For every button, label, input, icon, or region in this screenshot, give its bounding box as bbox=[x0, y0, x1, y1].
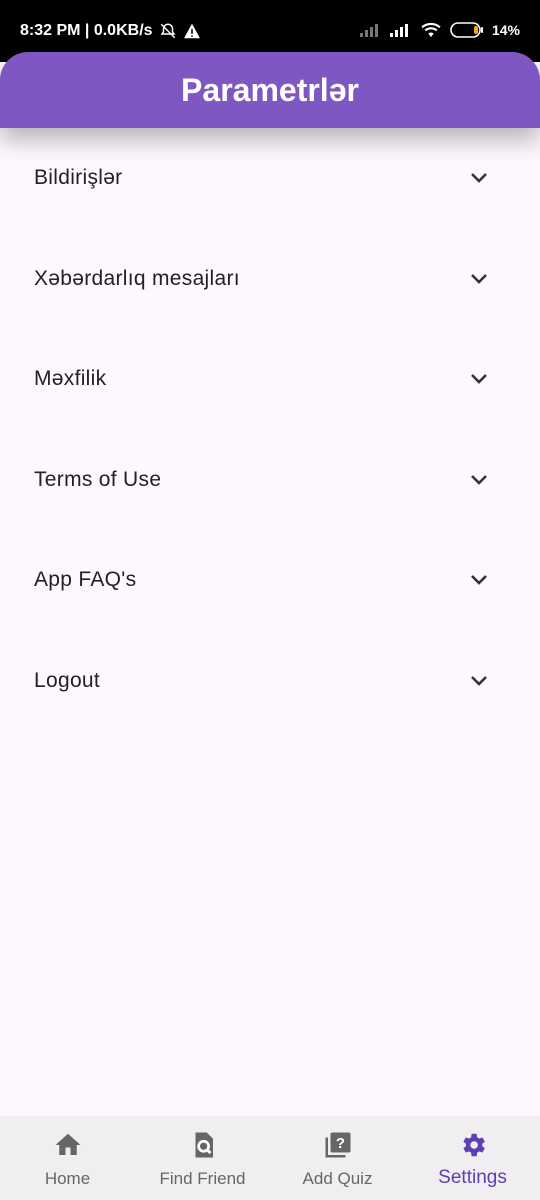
signal-icon bbox=[389, 24, 408, 37]
svg-text:?: ? bbox=[335, 1135, 344, 1152]
settings-list: Bildirişlər Xəbərdarlıq mesajları Məxfil… bbox=[0, 128, 540, 731]
nav-label: Home bbox=[44, 1169, 91, 1188]
settings-item-notifications[interactable]: Bildirişlər bbox=[0, 128, 540, 229]
settings-item-logout[interactable]: Logout bbox=[0, 631, 540, 732]
nav-item-find-friend[interactable]: Find Friend bbox=[135, 1116, 270, 1200]
nav-label: Add Quiz bbox=[302, 1169, 373, 1188]
settings-item-alerts[interactable]: Xəbərdarlıq mesajları bbox=[0, 229, 540, 330]
settings-item-label: Bildirişlər bbox=[34, 166, 123, 189]
find-friend-icon bbox=[195, 1132, 213, 1158]
chevron-down-icon bbox=[471, 675, 487, 686]
settings-item-label: Xəbərdarlıq mesajları bbox=[34, 266, 240, 290]
settings-item-faq[interactable]: App FAQ's bbox=[0, 530, 540, 631]
wifi-icon bbox=[421, 22, 441, 38]
nav-label: Find Friend bbox=[159, 1169, 246, 1188]
nav-item-add-quiz[interactable]: ? Add Quiz bbox=[270, 1116, 405, 1200]
settings-item-privacy[interactable]: Məxfilik bbox=[0, 329, 540, 430]
chevron-down-icon bbox=[471, 474, 487, 485]
status-time: 8:32 PM | 0.0KB/s bbox=[20, 22, 153, 39]
settings-item-label: Logout bbox=[34, 668, 101, 692]
chevron-down-icon bbox=[471, 374, 487, 384]
add-quiz-icon: ? bbox=[325, 1132, 350, 1158]
battery-icon bbox=[450, 22, 483, 38]
nav-label: Settings bbox=[438, 1167, 507, 1188]
app-bar: Parametrlər bbox=[0, 52, 540, 128]
settings-item-label: Məxfilik bbox=[34, 367, 107, 390]
warning-icon bbox=[183, 23, 200, 39]
status-right: 14% bbox=[359, 22, 520, 38]
battery-level: 14% bbox=[491, 22, 520, 38]
settings-item-terms[interactable]: Terms of Use bbox=[0, 430, 540, 531]
chevron-down-icon bbox=[471, 173, 487, 183]
settings-icon bbox=[462, 1133, 485, 1157]
signal-icon bbox=[359, 24, 378, 37]
bottom-nav: Home Find Friend ? Add Quiz Settings bbox=[0, 1116, 540, 1200]
status-left: 8:32 PM | 0.0KB/s bbox=[20, 22, 201, 40]
settings-item-label: Terms of Use bbox=[34, 467, 162, 491]
chevron-down-icon bbox=[471, 273, 487, 284]
page-title: Parametrlər bbox=[181, 71, 359, 108]
chevron-down-icon bbox=[471, 575, 487, 585]
settings-item-label: App FAQ's bbox=[34, 568, 137, 591]
nav-item-home[interactable]: Home bbox=[0, 1116, 135, 1200]
home-icon bbox=[55, 1133, 80, 1155]
nav-item-settings[interactable]: Settings bbox=[405, 1116, 540, 1200]
bell-off-icon bbox=[160, 23, 175, 39]
